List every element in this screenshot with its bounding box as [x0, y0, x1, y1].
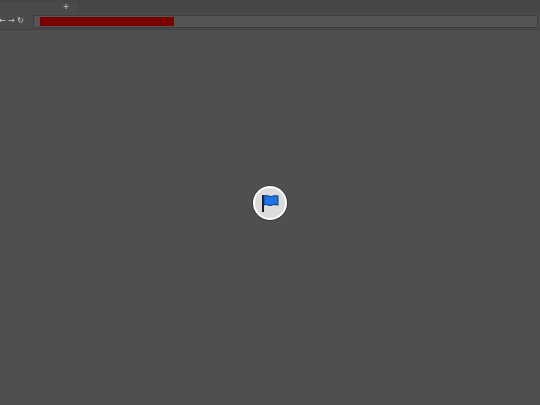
- flag-icon: [262, 194, 279, 212]
- browser-window: + ← → ↻: [0, 0, 540, 405]
- back-button[interactable]: ←: [0, 16, 7, 26]
- flag-button[interactable]: [253, 186, 287, 220]
- tab-strip: +: [0, 0, 540, 13]
- new-tab-button[interactable]: +: [62, 3, 70, 11]
- reload-button[interactable]: ↻: [16, 16, 25, 26]
- browser-toolbar: ← → ↻: [0, 13, 540, 30]
- address-redaction: [40, 17, 174, 26]
- address-bar[interactable]: [33, 15, 538, 28]
- forward-button[interactable]: →: [7, 16, 16, 26]
